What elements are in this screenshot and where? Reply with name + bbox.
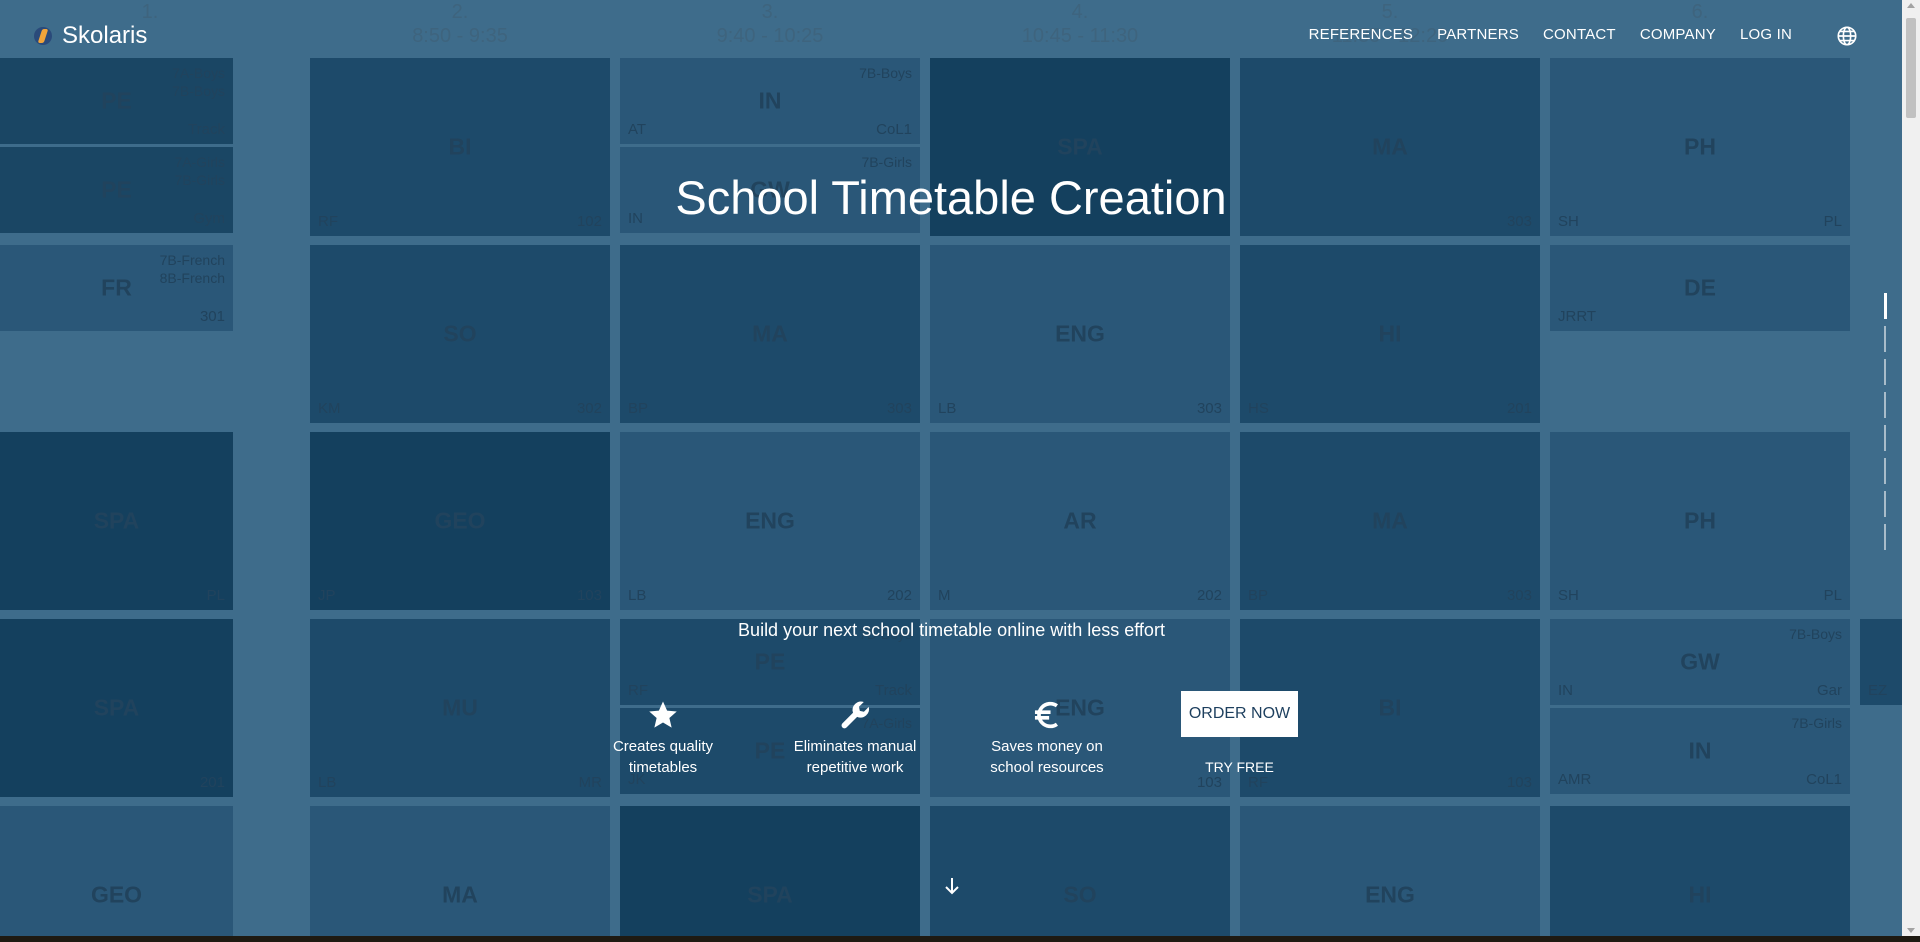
- feature-quality: Creates quality timetables: [583, 698, 743, 778]
- skolaris-logo-icon: [34, 27, 52, 45]
- feature-automation-line1: Eliminates manual: [793, 738, 917, 755]
- feature-savings-line1: Saves money on: [991, 738, 1103, 755]
- brand[interactable]: Skolaris: [34, 22, 147, 50]
- euro-icon: [1034, 701, 1058, 729]
- hero-tagline: Build your next school timetable online …: [738, 620, 1165, 640]
- feature-automation-line2: repetitive work: [806, 759, 904, 776]
- nav-company[interactable]: COMPANY: [1640, 26, 1716, 43]
- scroll-down-arrow-icon[interactable]: [1907, 928, 1915, 933]
- hero-viewport: 1. 2. 8:50 - 9:35 3. 9:40 - 10:25 4. 10:45 - 1…: [0, 0, 1902, 936]
- section-tick[interactable]: [1884, 293, 1887, 319]
- nav-login[interactable]: LOG IN: [1740, 26, 1792, 43]
- hero-title: School Timetable Creation: [675, 171, 1227, 224]
- feature-quality-line2: timetables: [628, 759, 698, 776]
- globe-icon[interactable]: [1836, 25, 1858, 47]
- arrow-down-icon[interactable]: [940, 874, 964, 898]
- section-tick[interactable]: [1884, 458, 1886, 484]
- order-now-button[interactable]: ORDER NOW: [1181, 691, 1298, 737]
- main-menu: REFERENCES PARTNERS CONTACT COMPANY LOG …: [1309, 26, 1792, 43]
- nav-contact[interactable]: CONTACT: [1543, 26, 1616, 43]
- feature-savings: Saves money on school resources: [967, 698, 1127, 778]
- section-tick[interactable]: [1884, 326, 1886, 352]
- section-indicator: [1884, 293, 1888, 557]
- hero-overlay: [0, 0, 1902, 936]
- star-icon: [649, 701, 677, 728]
- section-tick[interactable]: [1884, 425, 1886, 451]
- navbar: Skolaris REFERENCES PARTNERS CONTACT COM…: [0, 0, 1902, 72]
- brand-name: Skolaris: [62, 22, 148, 49]
- feature-savings-line2: school resources: [990, 759, 1104, 776]
- scroll-up-arrow-icon[interactable]: [1907, 3, 1915, 8]
- section-tick[interactable]: [1884, 359, 1886, 385]
- nav-partners[interactable]: PARTNERS: [1437, 26, 1519, 43]
- nav-references[interactable]: REFERENCES: [1309, 26, 1414, 43]
- section-tick[interactable]: [1884, 392, 1886, 418]
- section-tick[interactable]: [1884, 491, 1886, 517]
- try-free-link[interactable]: TRY FREE: [1181, 759, 1298, 775]
- wrench-icon: [841, 701, 870, 729]
- page-scrollbar[interactable]: [1902, 0, 1920, 936]
- scroll-thumb[interactable]: [1906, 18, 1916, 118]
- feature-automation: Eliminates manual repetitive work: [775, 698, 935, 778]
- feature-quality-line1: Creates quality: [612, 738, 714, 755]
- section-tick[interactable]: [1884, 524, 1886, 550]
